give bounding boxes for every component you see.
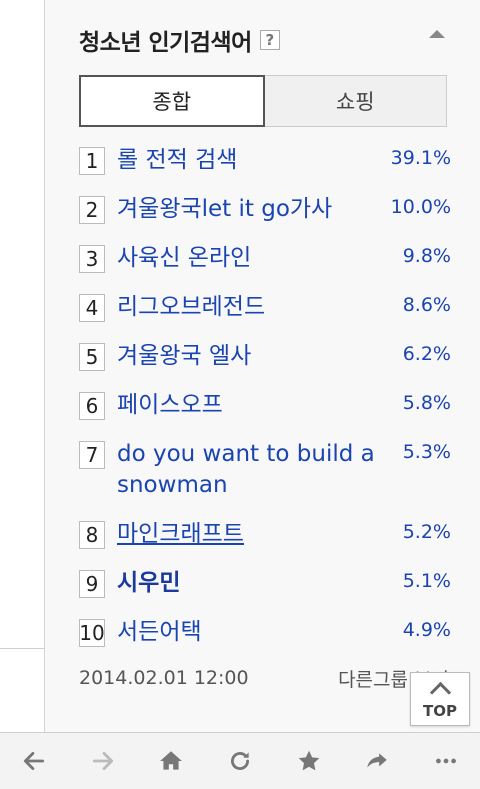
rank-number: 1 xyxy=(79,147,105,175)
home-icon[interactable] xyxy=(151,741,191,781)
forward-arrow-icon[interactable] xyxy=(83,741,123,781)
chevron-up-icon xyxy=(429,681,451,703)
rank-number: 4 xyxy=(79,294,105,322)
help-icon[interactable]: ? xyxy=(259,30,280,50)
list-item: 6 페이스오프 5.8% xyxy=(79,390,451,421)
more-icon[interactable] xyxy=(426,741,466,781)
panel-header: 청소년 인기검색어 ? xyxy=(79,22,280,58)
list-item: 3 사육신 온라인 9.8% xyxy=(79,243,451,274)
list-item: 1 롤 전적 검색 39.1% xyxy=(79,145,451,176)
search-percent: 5.3% xyxy=(402,441,451,463)
search-percent: 39.1% xyxy=(390,147,451,169)
search-percent: 4.9% xyxy=(402,619,451,641)
star-icon[interactable] xyxy=(289,741,329,781)
list-item: 4 리그오브레전드 8.6% xyxy=(79,292,451,323)
search-term-link[interactable]: 겨울왕국 엘사 xyxy=(117,341,377,372)
list-item: 2 겨울왕국let it go가사 10.0% xyxy=(79,194,451,225)
panel-footer: 2014.02.01 12:00 다른그룹 보기 xyxy=(79,664,449,692)
rank-number: 9 xyxy=(79,570,105,598)
search-percent: 5.2% xyxy=(402,521,451,543)
list-item: 7 do you want to build a snowman 5.3% xyxy=(79,439,451,501)
tab-overall[interactable]: 종합 xyxy=(79,75,265,127)
share-icon[interactable] xyxy=(357,741,397,781)
search-term-link[interactable]: 리그오브레전드 xyxy=(117,292,377,323)
rank-number: 5 xyxy=(79,343,105,371)
search-percent: 9.8% xyxy=(402,245,451,267)
rank-number: 10 xyxy=(79,619,105,647)
left-divider xyxy=(0,648,44,649)
panel-title: 청소년 인기검색어 xyxy=(79,30,252,56)
tab-shopping[interactable]: 쇼핑 xyxy=(264,75,447,127)
rank-number: 7 xyxy=(79,441,105,469)
ranking-list: 1 롤 전적 검색 39.1% 2 겨울왕국let it go가사 10.0% … xyxy=(79,145,451,666)
search-term-link[interactable]: 시우민 xyxy=(117,568,377,599)
search-term-link[interactable]: 페이스오프 xyxy=(117,390,377,421)
search-percent: 8.6% xyxy=(402,294,451,316)
refresh-icon[interactable] xyxy=(220,741,260,781)
search-term-link[interactable]: 서든어택 xyxy=(117,617,377,648)
tab-bar: 종합 쇼핑 xyxy=(79,75,447,127)
search-term-link[interactable]: do you want to build a snowman xyxy=(117,439,377,501)
collapse-icon[interactable] xyxy=(429,30,445,38)
list-item: 8 마인크래프트 5.2% xyxy=(79,519,451,550)
search-term-link[interactable]: 마인크래프트 xyxy=(117,519,377,550)
back-arrow-icon[interactable] xyxy=(14,741,54,781)
search-percent: 6.2% xyxy=(402,343,451,365)
search-term-link[interactable]: 롤 전적 검색 xyxy=(117,145,377,176)
left-column xyxy=(0,0,44,732)
search-term-link[interactable]: 사육신 온라인 xyxy=(117,243,377,274)
browser-toolbar xyxy=(0,732,480,789)
top-label: TOP xyxy=(423,701,457,720)
search-percent: 10.0% xyxy=(390,196,451,218)
rank-number: 8 xyxy=(79,521,105,549)
scroll-top-button[interactable]: TOP xyxy=(410,672,470,726)
list-item: 10 서든어택 4.9% xyxy=(79,617,451,648)
popular-search-panel: 청소년 인기검색어 ? 종합 쇼핑 1 롤 전적 검색 39.1% 2 겨울왕국… xyxy=(44,0,480,732)
rank-number: 3 xyxy=(79,245,105,273)
search-percent: 5.1% xyxy=(402,570,451,592)
rank-number: 6 xyxy=(79,392,105,420)
list-item: 9 시우민 5.1% xyxy=(79,568,451,599)
update-timestamp: 2014.02.01 12:00 xyxy=(79,667,249,689)
list-item: 5 겨울왕국 엘사 6.2% xyxy=(79,341,451,372)
rank-number: 2 xyxy=(79,196,105,224)
search-percent: 5.8% xyxy=(402,392,451,414)
search-term-link[interactable]: 겨울왕국let it go가사 xyxy=(117,194,377,225)
